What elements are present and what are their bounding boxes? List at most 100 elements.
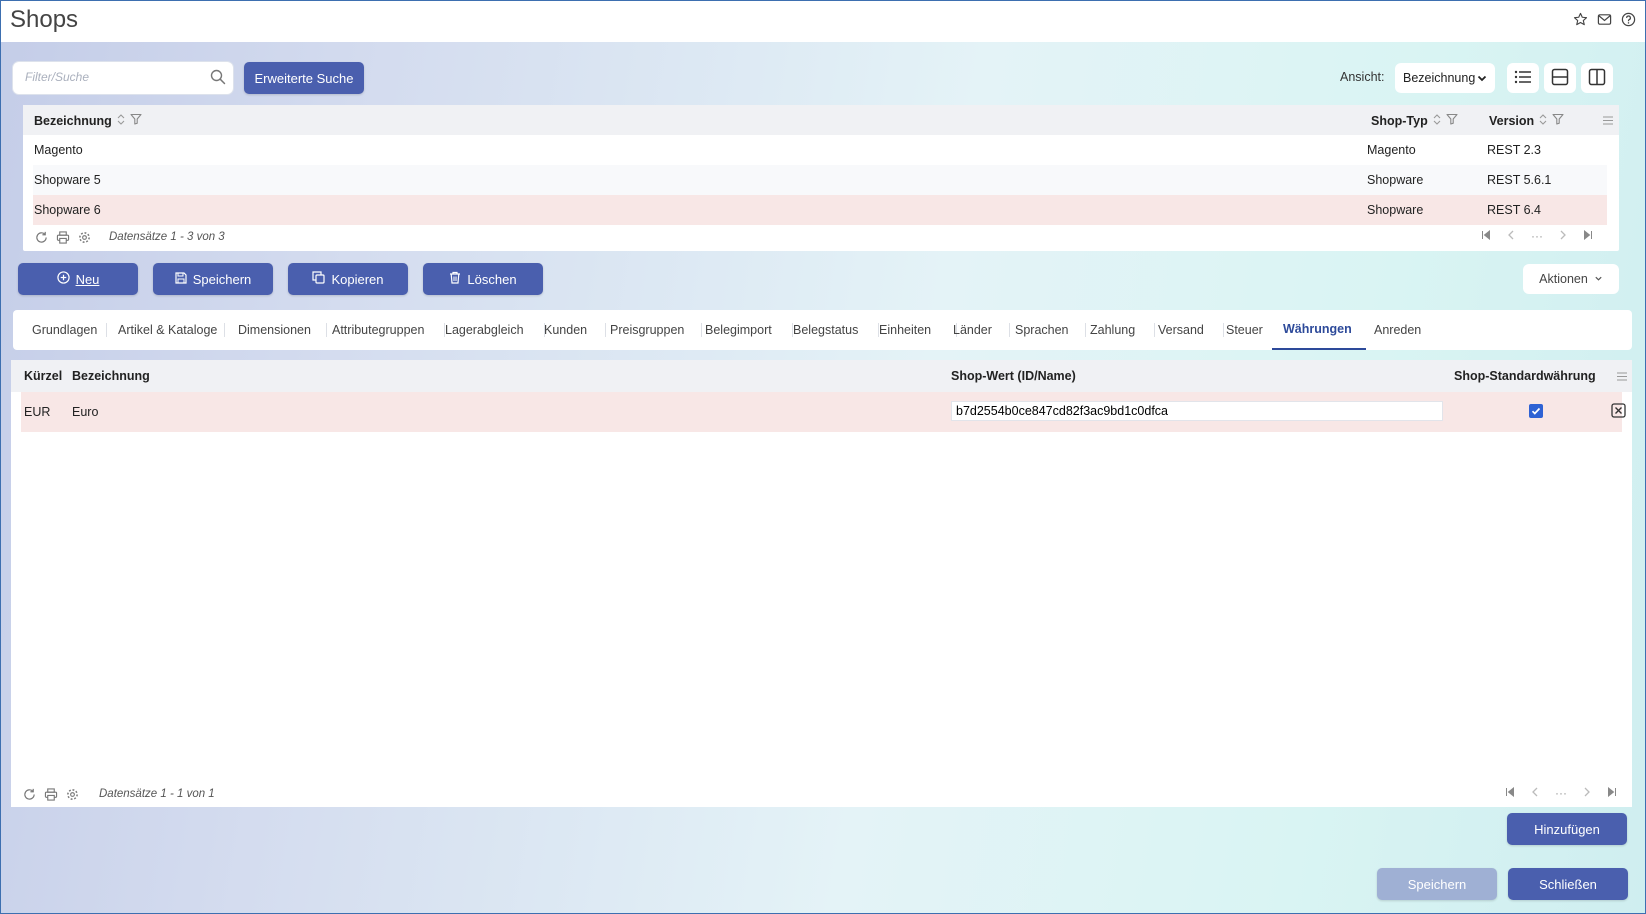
search-input[interactable]	[13, 62, 205, 92]
previous-page-icon[interactable]	[1507, 229, 1515, 243]
cell-version: REST 5.6.1	[1487, 173, 1552, 187]
sort-icon[interactable]	[117, 113, 125, 128]
table-row[interactable]: Shopware 5 Shopware REST 5.6.1	[33, 165, 1607, 195]
close-button[interactable]: Schließen	[1508, 868, 1628, 900]
settings-icon[interactable]	[78, 231, 91, 247]
column-version-header[interactable]: Version	[1489, 113, 1564, 128]
record-count: Datensätze 1 - 1 von 1	[99, 788, 215, 800]
tab-separator	[605, 323, 606, 337]
tab-separator	[326, 323, 327, 337]
table-row-selected[interactable]: EUR Euro	[21, 392, 1626, 432]
column-menu-icon[interactable]	[1602, 114, 1614, 129]
print-icon[interactable]	[56, 231, 70, 247]
default-currency-checkbox[interactable]	[1529, 404, 1543, 418]
tab-zahlung[interactable]: Zahlung	[1090, 310, 1135, 350]
table-row-selected[interactable]: Shopware 6 Shopware REST 6.4	[33, 195, 1607, 225]
column-name-header[interactable]: Bezeichnung	[72, 369, 150, 383]
sort-icon[interactable]	[1539, 113, 1547, 128]
delete-label: Löschen	[467, 271, 517, 287]
save-button[interactable]: Speichern	[1377, 868, 1497, 900]
column-type-header[interactable]: Shop-Typ	[1371, 113, 1458, 128]
column-shop-value-header[interactable]: Shop-Wert (ID/Name)	[951, 369, 1076, 383]
add-button[interactable]: Hinzufügen	[1507, 813, 1627, 845]
tab-kunden[interactable]: Kunden	[544, 310, 587, 350]
tab-belegimport[interactable]: Belegimport	[705, 310, 772, 350]
cell-code: EUR	[24, 405, 51, 419]
last-page-icon[interactable]	[1583, 229, 1593, 243]
plus-circle-icon	[56, 271, 70, 287]
chevron-down-icon	[1594, 272, 1603, 286]
tab-grundlagen[interactable]: Grundlagen	[32, 310, 97, 350]
tab-sprachen[interactable]: Sprachen	[1015, 310, 1069, 350]
filter-icon[interactable]	[1552, 113, 1564, 128]
column-menu-icon[interactable]	[1616, 371, 1628, 385]
cell-name: Shopware 5	[34, 173, 101, 187]
search-icon[interactable]	[209, 68, 227, 89]
tab-versand[interactable]: Versand	[1158, 310, 1204, 350]
tab-waehrungen[interactable]: Währungen	[1272, 310, 1366, 350]
shops-grid-header: Bezeichnung Shop-Typ Version	[23, 105, 1619, 135]
more-pages-icon[interactable]: ···	[1531, 229, 1543, 243]
print-icon[interactable]	[44, 788, 58, 804]
tab-einheiten[interactable]: Einheiten	[879, 310, 931, 350]
advanced-search-button[interactable]: Erweiterte Suche	[244, 62, 364, 94]
tab-separator	[1154, 323, 1155, 337]
table-row[interactable]: Magento Magento REST 2.3	[33, 135, 1607, 165]
column-code-header[interactable]: Kürzel	[24, 369, 62, 383]
column-version-label: Version	[1489, 113, 1535, 128]
tab-steuer[interactable]: Steuer	[1226, 310, 1263, 350]
refresh-icon[interactable]	[23, 788, 36, 804]
more-pages-icon[interactable]: ···	[1555, 786, 1567, 800]
shops-grid-footer: Datensätze 1 - 3 von 3 ···	[23, 229, 1619, 249]
list-view-button[interactable]	[1507, 63, 1539, 93]
help-icon[interactable]	[1619, 10, 1637, 28]
column-default-header[interactable]: Shop-Standardwährung	[1454, 369, 1596, 383]
copy-button[interactable]: Kopieren	[288, 263, 408, 295]
tab-preisgruppen[interactable]: Preisgruppen	[610, 310, 684, 350]
add-label: Hinzufügen	[1534, 821, 1600, 837]
currency-grid: Kürzel Bezeichnung Shop-Wert (ID/Name) S…	[11, 360, 1632, 807]
refresh-icon[interactable]	[35, 231, 48, 247]
previous-page-icon[interactable]	[1531, 786, 1539, 800]
filter-icon[interactable]	[1446, 113, 1458, 128]
new-button[interactable]: Neu	[18, 263, 138, 295]
cell-version: REST 2.3	[1487, 143, 1541, 157]
shop-value-input[interactable]	[951, 401, 1443, 421]
tab-lagerabgleich[interactable]: Lagerabgleich	[445, 310, 524, 350]
view-label: Ansicht:	[1340, 70, 1385, 84]
mail-icon[interactable]	[1595, 10, 1613, 28]
filter-icon[interactable]	[130, 113, 142, 128]
pager: ···	[1481, 229, 1593, 243]
split-vertical-button[interactable]	[1581, 63, 1613, 93]
tab-belegstatus[interactable]: Belegstatus	[793, 310, 858, 350]
tab-anreden[interactable]: Anreden	[1374, 310, 1421, 350]
tab-artikel-kataloge[interactable]: Artikel & Kataloge	[118, 310, 217, 350]
save-top-button[interactable]: Speichern	[153, 263, 273, 295]
column-name-header[interactable]: Bezeichnung	[34, 113, 142, 128]
last-page-icon[interactable]	[1607, 786, 1617, 800]
tab-attributegruppen[interactable]: Attributegruppen	[332, 310, 424, 350]
view-select[interactable]: Bezeichnung	[1395, 63, 1495, 93]
settings-icon[interactable]	[66, 788, 79, 804]
tab-dimensionen[interactable]: Dimensionen	[238, 310, 311, 350]
split-horizontal-button[interactable]	[1544, 63, 1576, 93]
next-page-icon[interactable]	[1559, 229, 1567, 243]
save-label: Speichern	[1407, 876, 1467, 892]
sort-icon[interactable]	[1433, 113, 1441, 128]
footer-icons	[23, 788, 79, 804]
list-icon	[1514, 69, 1532, 88]
remove-row-button[interactable]	[1611, 403, 1626, 421]
record-count: Datensätze 1 - 3 von 3	[109, 231, 225, 243]
first-page-icon[interactable]	[1505, 786, 1515, 800]
tab-laender[interactable]: Länder	[953, 310, 992, 350]
cell-type: Magento	[1367, 143, 1416, 157]
delete-button[interactable]: Löschen	[423, 263, 543, 295]
first-page-icon[interactable]	[1481, 229, 1491, 243]
tab-separator	[1223, 323, 1224, 337]
next-page-icon[interactable]	[1583, 786, 1591, 800]
title-icons	[1571, 10, 1637, 28]
star-icon[interactable]	[1571, 10, 1589, 28]
cell-name: Magento	[34, 143, 83, 157]
actions-dropdown[interactable]: Aktionen	[1523, 264, 1619, 294]
currency-grid-header: Kürzel Bezeichnung Shop-Wert (ID/Name) S…	[11, 360, 1632, 392]
